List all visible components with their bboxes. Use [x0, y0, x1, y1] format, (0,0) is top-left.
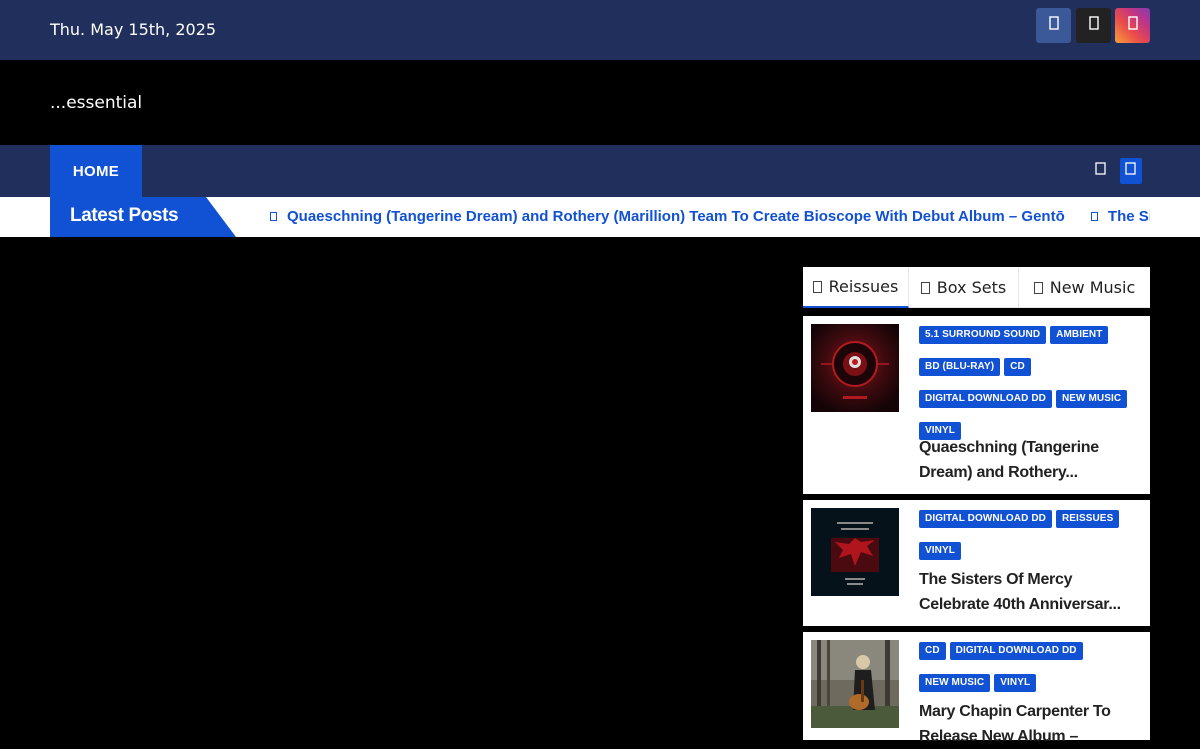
- category-badge[interactable]: VINYL: [994, 674, 1037, 692]
- nav-home[interactable]: HOME: [50, 145, 142, 197]
- search-button[interactable]: [1120, 158, 1142, 184]
- tab-icon: [920, 281, 930, 294]
- post-card[interactable]: CD DIGITAL DOWNLOAD DDNEW MUSIC VINYL Mary…: [803, 632, 1150, 745]
- post-title[interactable]: Mary Chapin Carpenter To Release New Alb…: [919, 699, 1144, 749]
- top-bar: Thu. May 15th, 2025: [0, 0, 1200, 60]
- ticker-items: Quaeschning (Tangerine Dream) and Rother…: [270, 208, 1150, 225]
- post-title[interactable]: Quaeschning (Tangerine Dream) and Rother…: [919, 435, 1144, 485]
- category-badge[interactable]: DIGITAL DOWNLOAD DD: [949, 642, 1083, 660]
- instagram-icon: [1126, 16, 1140, 35]
- current-date: Thu. May 15th, 2025: [50, 20, 217, 39]
- ticker-item[interactable]: Quaeschning (Tangerine Dream) and Rother…: [270, 208, 1065, 225]
- widget-tabs: Reissues Box Sets New Music: [803, 267, 1150, 308]
- tab-reissues[interactable]: Reissues: [803, 267, 909, 308]
- category-badge[interactable]: CD: [1004, 358, 1031, 376]
- search-icon: [1125, 162, 1137, 180]
- tab-box-sets[interactable]: Box Sets: [909, 267, 1019, 308]
- post-categories: CD DIGITAL DOWNLOAD DD NEW MUSIC VINYL: [919, 640, 1144, 704]
- category-badge[interactable]: VINYL: [919, 542, 961, 560]
- facebook-icon: [1047, 16, 1061, 35]
- site-header: ...essential: [0, 60, 1200, 145]
- twitter-link[interactable]: [1076, 8, 1111, 43]
- ticker-item[interactable]: The Sisters Of Mercy Celebrate 40th Anni…: [1090, 208, 1150, 225]
- category-badge[interactable]: REISSUES: [1055, 510, 1120, 528]
- latest-posts-ticker: Latest Posts Quaeschning (Tangerine Drea…: [0, 197, 1200, 237]
- post-title[interactable]: The Sisters Of Mercy Celebrate 40th Anni…: [919, 567, 1144, 617]
- post-thumbnail[interactable]: [811, 324, 899, 412]
- document-icon: [270, 212, 277, 221]
- post-thumbnail[interactable]: [811, 508, 899, 596]
- sidebar-tabs-widget: Reissues Box Sets New Music 5.1 SURROUND…: [803, 267, 1150, 745]
- category-badge[interactable]: AMBIENT: [1050, 326, 1109, 344]
- shuffle-button[interactable]: [1090, 158, 1112, 184]
- instagram-link[interactable]: [1115, 8, 1150, 43]
- tab-new-music[interactable]: New Music: [1019, 267, 1150, 308]
- ticker-label-text: Latest Posts: [70, 205, 179, 226]
- category-badge[interactable]: DIGITAL DOWNLOAD DD: [919, 510, 1052, 528]
- tab-icon: [1033, 281, 1043, 294]
- document-icon: [1090, 212, 1098, 221]
- category-badge[interactable]: NEW MUSIC: [919, 674, 991, 692]
- ticker-label: Latest Posts: [50, 197, 236, 237]
- site-tagline: ...essential: [50, 93, 143, 113]
- twitter-icon: [1087, 16, 1101, 35]
- category-badge[interactable]: NEW MUSIC: [1055, 390, 1128, 408]
- facebook-link[interactable]: [1036, 8, 1071, 43]
- post-card[interactable]: DIGITAL DOWNLOAD DD REISSUES VINYL The Sis…: [803, 500, 1150, 626]
- category-badge[interactable]: 5.1 SURROUND SOUND: [919, 326, 1047, 344]
- category-badge[interactable]: CD: [919, 642, 946, 660]
- tab-icon: [812, 280, 822, 293]
- category-badge[interactable]: BD (BLU-RAY): [919, 358, 1001, 376]
- post-card[interactable]: 5.1 SURROUND SOUND AMBIENT BD (BLU-RAY) CD D…: [803, 316, 1150, 494]
- post-thumbnail[interactable]: [811, 640, 899, 728]
- post-categories: DIGITAL DOWNLOAD DD REISSUES VINYL: [919, 508, 1144, 572]
- shuffle-icon: [1095, 162, 1107, 180]
- post-categories: 5.1 SURROUND SOUND AMBIENT BD (BLU-RAY) CD D…: [919, 324, 1144, 452]
- main-nav: HOME: [0, 145, 1200, 197]
- category-badge[interactable]: DIGITAL DOWNLOAD DD: [919, 390, 1052, 408]
